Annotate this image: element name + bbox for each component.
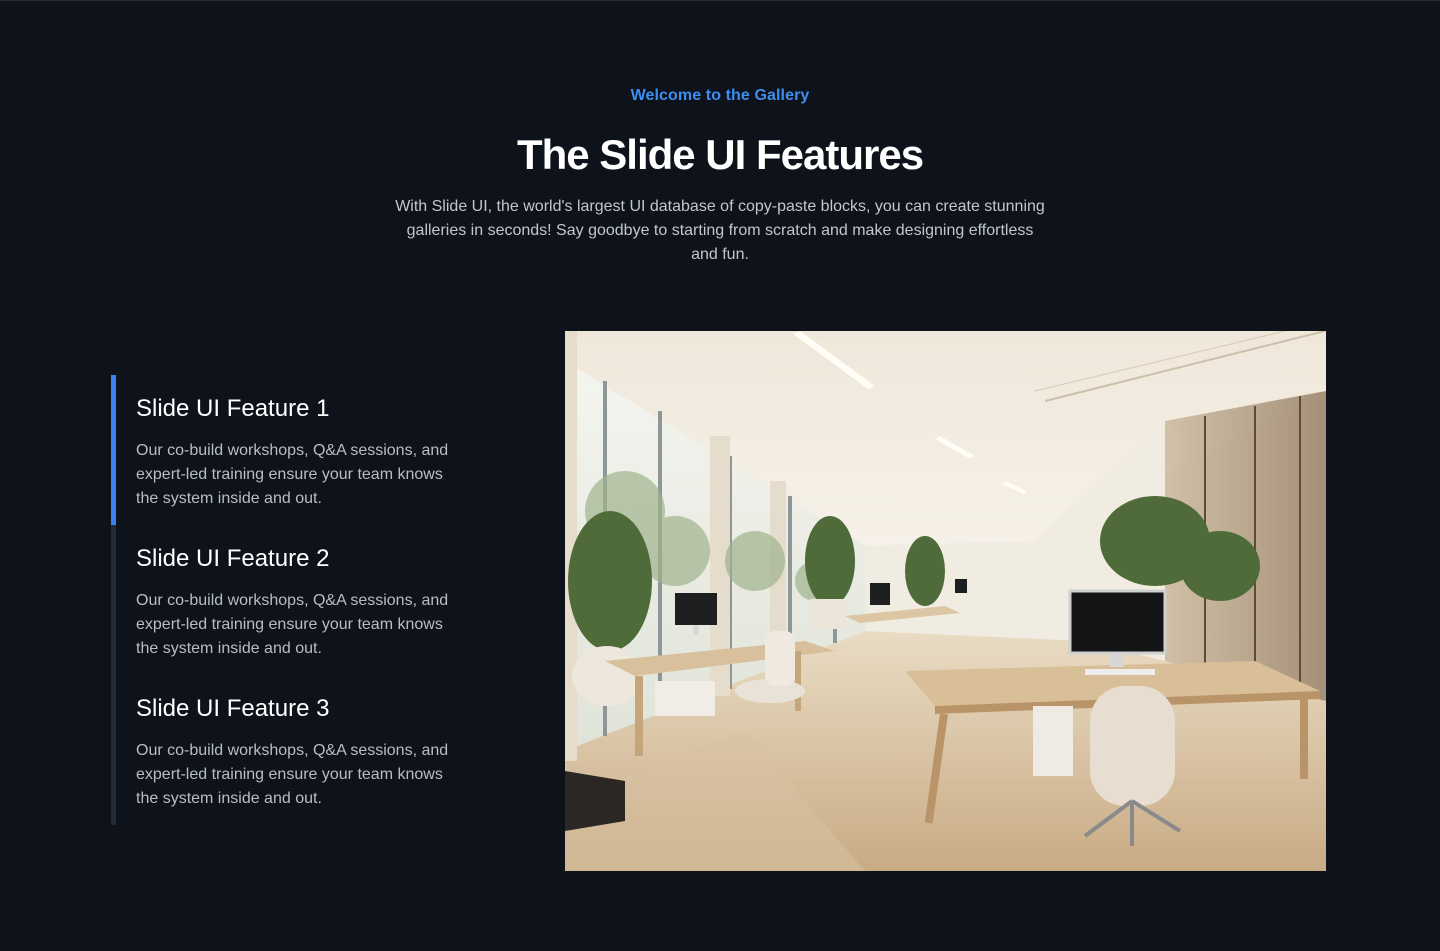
feature-item-1[interactable]: Slide UI Feature 1 Our co-build workshop… <box>111 375 471 525</box>
feature-image <box>565 331 1326 871</box>
feature-title: Slide UI Feature 1 <box>136 395 330 422</box>
feature-list: Slide UI Feature 1 Our co-build workshop… <box>111 375 471 825</box>
eyebrow-label: Welcome to the Gallery <box>630 87 810 104</box>
feature-item-3[interactable]: Slide UI Feature 3 Our co-build workshop… <box>111 675 471 825</box>
page-title: The Slide UI Features <box>516 131 924 178</box>
feature-item-2[interactable]: Slide UI Feature 2 Our co-build workshop… <box>111 525 471 675</box>
office-illustration <box>565 331 1326 871</box>
page-subtitle: With Slide UI, the world's largest UI da… <box>395 198 1045 263</box>
gallery-section: Welcome to the Gallery The Slide UI Feat… <box>0 0 1440 951</box>
feature-description: Our co-build workshops, Q&A sessions, an… <box>136 592 449 657</box>
feature-description: Our co-build workshops, Q&A sessions, an… <box>136 442 449 507</box>
feature-description: Our co-build workshops, Q&A sessions, an… <box>136 742 449 807</box>
feature-title: Slide UI Feature 3 <box>136 695 330 722</box>
feature-title: Slide UI Feature 2 <box>136 545 330 572</box>
